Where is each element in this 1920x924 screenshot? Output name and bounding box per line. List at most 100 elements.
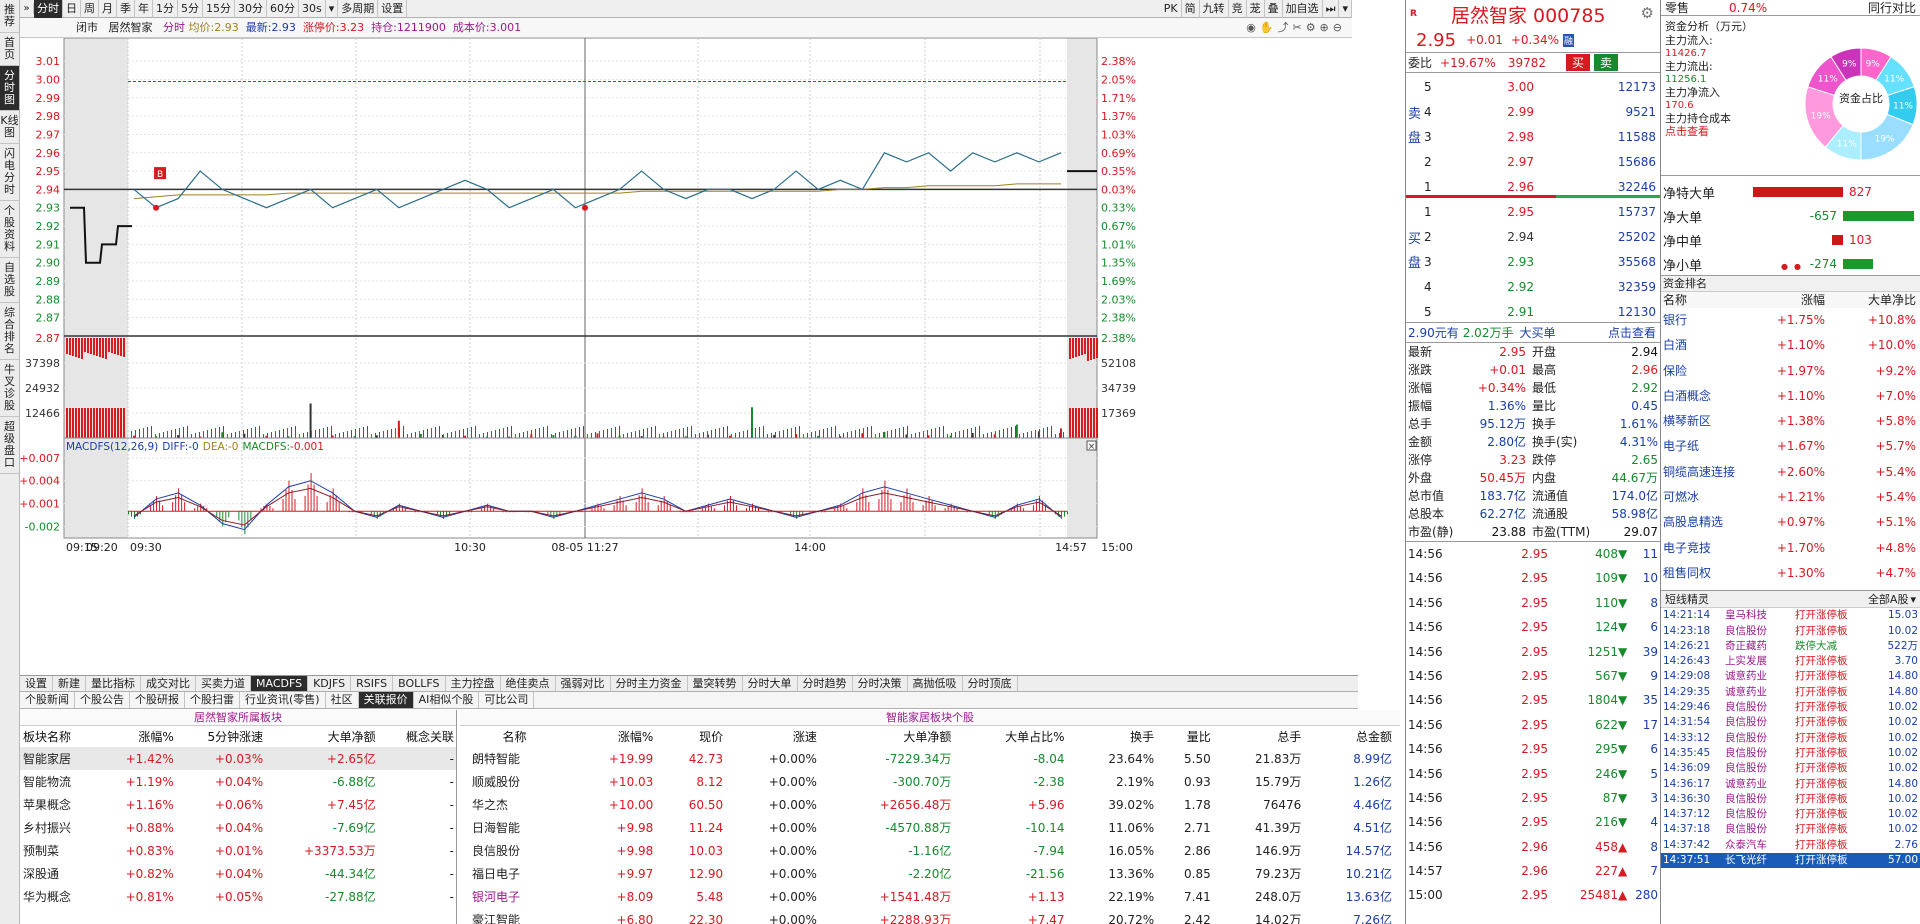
sell-level[interactable]: 1 2.96 32246 <box>1424 177 1656 197</box>
info-tab-7[interactable]: AI相似个股 <box>414 692 480 708</box>
vtab-8[interactable]: 牛叉诊股 <box>0 360 19 417</box>
stock-col-1[interactable]: 涨幅% <box>569 726 656 747</box>
buy-level[interactable]: 5 2.91 12130 <box>1424 302 1656 322</box>
indicator-tab-14[interactable]: 分时大单 <box>743 676 798 691</box>
rank-row[interactable]: 铜缆高速连接 +2.60% +5.4% <box>1661 460 1920 485</box>
period-button-7[interactable]: 5分 <box>178 0 203 18</box>
sprite-row[interactable]: 14:36:17 诚意药业 打开涨停板 14.80 <box>1661 777 1920 792</box>
sector-row[interactable]: 苹果概念 +1.16% +0.06% +7.45亿 - <box>20 793 456 816</box>
vtab-1[interactable]: 首页 <box>0 33 19 66</box>
rank-col-2[interactable]: 大单净比 <box>1825 292 1920 308</box>
sprite-row[interactable]: 14:37:18 良信股份 打开涨停板 10.02 <box>1661 822 1920 837</box>
sprite-row[interactable]: 14:35:45 良信股份 打开涨停板 10.02 <box>1661 746 1920 761</box>
rank-row[interactable]: 白酒 +1.10% +10.0% <box>1661 333 1920 358</box>
stock-col-4[interactable]: 大单净额 <box>820 726 954 747</box>
rank-row[interactable]: 电子竞技 +1.70% +4.8% <box>1661 536 1920 561</box>
info-tab-2[interactable]: 个股研报 <box>130 692 185 708</box>
indicator-tab-10[interactable]: 绝佳卖点 <box>501 676 556 691</box>
period-button-11[interactable]: 30s <box>299 0 326 18</box>
stock-row[interactable]: 银河电子 +8.09 5.48 +0.00% +1541.48万 +1.13 22.19% 7… <box>460 885 1395 908</box>
stock-row[interactable]: 良信股份 +9.98 10.03 +0.00% -1.16亿 -7.94 16.05% 2.8… <box>460 839 1395 862</box>
peer-compare-link[interactable]: 同行对比 <box>1868 0 1916 15</box>
chevron-down-icon[interactable]: ▾ <box>1910 593 1916 606</box>
indicator-tab-13[interactable]: 量突转势 <box>688 676 743 691</box>
buy-level[interactable]: 2 2.94 25202 <box>1424 227 1656 247</box>
period-button-13[interactable]: 多周期 <box>338 0 379 18</box>
period-button-0[interactable]: 分时 <box>34 0 63 18</box>
period-button-3[interactable]: 月 <box>99 0 117 18</box>
indicator-tab-5[interactable]: MACDFS <box>251 676 309 691</box>
vtab-0[interactable]: 推荐 <box>0 0 19 33</box>
indicator-tab-8[interactable]: BOLLFS <box>393 676 446 691</box>
tool-button-3[interactable]: 竞 <box>1229 0 1247 18</box>
indicator-tab-17[interactable]: 高抛低吸 <box>908 676 963 691</box>
indicator-tab-7[interactable]: RSIFS <box>351 676 394 691</box>
sector-col-1[interactable]: 涨幅% <box>98 726 177 747</box>
period-button-10[interactable]: 60分 <box>267 0 299 18</box>
rank-row[interactable]: 电子纸 +1.67% +5.7% <box>1661 434 1920 459</box>
sprite-row[interactable]: 14:37:12 良信股份 打开涨停板 10.02 <box>1661 807 1920 822</box>
indicator-tab-1[interactable]: 新建 <box>53 676 86 691</box>
sector-row[interactable]: 华为概念 +0.81% +0.05% -27.88亿 - <box>20 885 456 908</box>
buy-button[interactable]: 买 <box>1566 54 1591 71</box>
stock-row[interactable]: 顺威股份 +10.03 8.12 +0.00% -300.70万 -2.38 2.19% 0.… <box>460 770 1395 793</box>
info-tab-6[interactable]: 关联报价 <box>358 692 414 708</box>
sprite-row[interactable]: 14:29:08 诚意药业 打开涨停板 14.80 <box>1661 669 1920 684</box>
info-tab-5[interactable]: 社区 <box>326 692 359 708</box>
sprite-row[interactable]: 14:31:54 良信股份 打开涨停板 10.02 <box>1661 715 1920 730</box>
pager-dots-icon[interactable]: ●● <box>1781 262 1807 271</box>
big-order-link[interactable]: 点击查看 <box>1608 324 1656 341</box>
stock-col-5[interactable]: 大单占比% <box>954 726 1067 747</box>
sector-col-2[interactable]: 5分钟涨速 <box>177 726 266 747</box>
stock-col-8[interactable]: 总手 <box>1214 726 1305 747</box>
rank-row[interactable]: 银行 +1.75% +10.8% <box>1661 308 1920 333</box>
sprite-row[interactable]: 14:29:46 良信股份 打开涨停板 10.02 <box>1661 700 1920 715</box>
vtab-6[interactable]: 自选股 <box>0 258 19 303</box>
sell-level[interactable]: 5 3.00 12173 <box>1424 77 1656 97</box>
sprite-row[interactable]: 14:26:43 上实发展 打开涨停板 3.70 <box>1661 654 1920 669</box>
sell-button[interactable]: 卖 <box>1594 54 1619 71</box>
stock-row[interactable]: 福日电子 +9.97 12.90 +0.00% -2.20亿 -21.56 13.36% 0.… <box>460 862 1395 885</box>
vtab-3[interactable]: K线图 <box>0 111 19 144</box>
tool-button-7[interactable]: ⏭ <box>1323 0 1340 18</box>
period-button-5[interactable]: 年 <box>135 0 153 18</box>
sector-col-4[interactable]: 概念关联 <box>379 726 456 747</box>
sprite-row[interactable]: 14:37:42 众泰汽车 打开涨停板 2.76 <box>1661 838 1920 853</box>
sprite-row[interactable]: 14:33:12 良信股份 打开涨停板 10.02 <box>1661 731 1920 746</box>
info-tab-0[interactable]: 个股新闻 <box>20 692 75 708</box>
buy-level[interactable]: 3 2.93 35568 <box>1424 252 1656 272</box>
period-button-4[interactable]: 季 <box>117 0 135 18</box>
rank-row[interactable]: 横琴新区 +1.38% +5.8% <box>1661 409 1920 434</box>
sprite-filter[interactable]: 全部A股 <box>1868 591 1909 607</box>
sector-row[interactable]: 预制菜 +0.83% +0.01% +3373.53万 - <box>20 839 456 862</box>
vtab-4[interactable]: 闪电分时 <box>0 144 19 201</box>
period-button-12[interactable]: ▾ <box>326 0 339 18</box>
buy-level[interactable]: 1 2.95 15737 <box>1424 202 1656 222</box>
rank-row[interactable]: 白酒概念 +1.10% +7.0% <box>1661 384 1920 409</box>
indicator-tab-15[interactable]: 分时趋势 <box>798 676 853 691</box>
sprite-row[interactable]: 14:37:51 长飞光纤 打开涨停板 57.00 <box>1661 853 1920 869</box>
sector-col-0[interactable]: 板块名称 <box>20 726 98 747</box>
indicator-tab-2[interactable]: 量比指标 <box>86 676 141 691</box>
stock-row[interactable]: 日海智能 +9.98 11.24 +0.00% -4570.88万 -10.14 11.06… <box>460 816 1395 839</box>
stock-col-0[interactable]: 名称 <box>460 726 569 747</box>
rank-row[interactable]: 租售同权 +1.30% +4.7% <box>1661 561 1920 586</box>
settings-icon[interactable]: ⚙ <box>1641 4 1654 22</box>
intraday-chart[interactable]: 3.01 2.38% 3.00 2.05% 2.99 1.71% 2.98 1.37% 2.97… <box>20 38 1405 674</box>
stock-col-3[interactable]: 涨速 <box>726 726 820 747</box>
rank-col-0[interactable]: 名称 <box>1661 292 1761 308</box>
stock-col-6[interactable]: 换手 <box>1068 726 1158 747</box>
sector-row[interactable]: 乡村振兴 +0.88% +0.04% -7.69亿 - <box>20 816 456 839</box>
tool-button-8[interactable]: ▾ <box>1339 0 1352 18</box>
rank-row[interactable]: 保险 +1.97% +9.2% <box>1661 359 1920 384</box>
vtab-7[interactable]: 综合排名 <box>0 303 19 360</box>
stock-row[interactable]: 朗特智能 +19.99 42.73 +0.00% -7229.34万 -8.04 23.64… <box>460 747 1395 770</box>
info-tab-4[interactable]: 行业资讯(零售) <box>240 692 326 708</box>
indicator-tab-16[interactable]: 分时决策 <box>853 676 908 691</box>
period-button-1[interactable]: 日 <box>63 0 81 18</box>
indicator-tab-4[interactable]: 买卖力道 <box>196 676 251 691</box>
info-tab-1[interactable]: 个股公告 <box>75 692 130 708</box>
sprite-row[interactable]: 14:29:35 诚意药业 打开涨停板 14.80 <box>1661 685 1920 700</box>
tool-button-0[interactable]: PK <box>1161 0 1182 18</box>
period-button-14[interactable]: 设置 <box>378 0 408 18</box>
